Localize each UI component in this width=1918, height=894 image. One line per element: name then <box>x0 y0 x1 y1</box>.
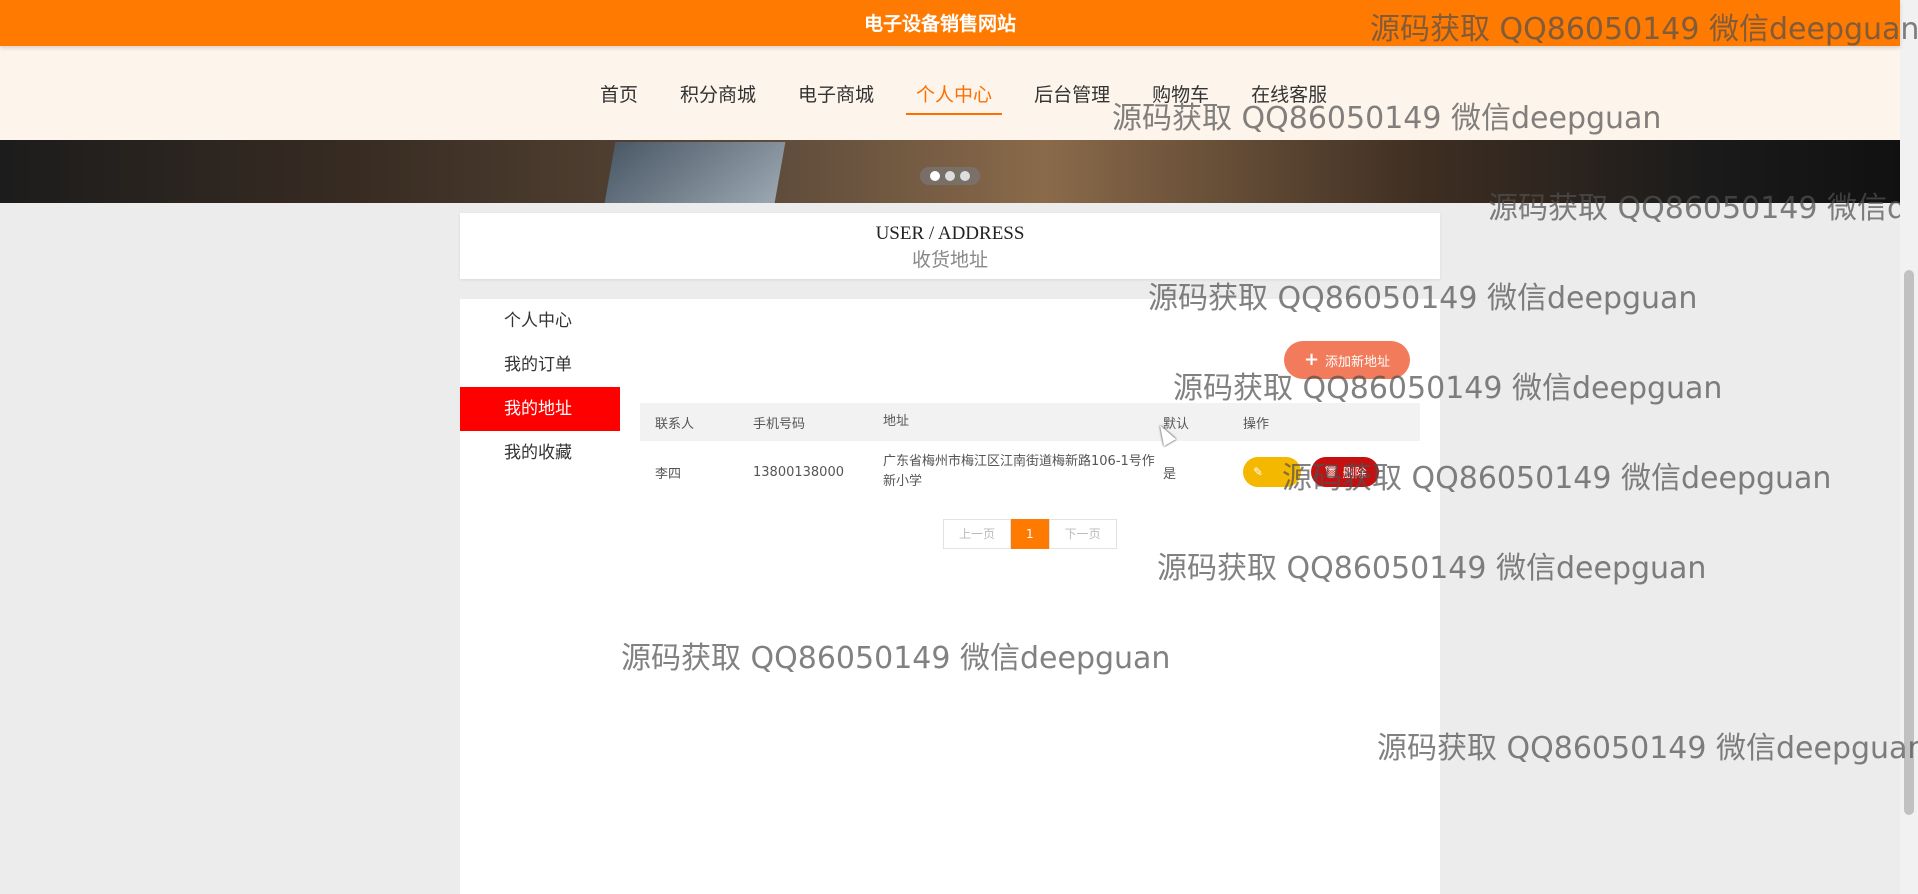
sidebar-item-personal-center[interactable]: 个人中心 <box>460 299 620 343</box>
col-header-actions: 操作 <box>1243 416 1270 432</box>
prev-page-button[interactable]: 上一页 <box>943 519 1012 549</box>
nav-item-personal-center[interactable]: 个人中心 <box>906 80 1003 115</box>
cell-actions: ✎ 🗑 删除 <box>1240 457 1420 487</box>
edit-button[interactable]: ✎ <box>1243 457 1301 487</box>
sidebar-menu: 个人中心 我的订单 我的地址 我的收藏 <box>460 299 620 475</box>
page-title-cn: 收货地址 <box>911 250 988 271</box>
page-scrollbar[interactable] <box>1900 0 1918 894</box>
nav-item-points-mall[interactable]: 积分商城 <box>670 80 766 115</box>
scrollbar-thumb[interactable] <box>1904 270 1914 815</box>
banner-carousel <box>0 140 1900 203</box>
nav-items: 首页 积分商城 电子商城 个人中心 后台管理 购物车 在线客服 <box>590 80 1359 115</box>
cell-phone: 13800138000 <box>753 464 844 480</box>
nav-item-electronics-mall[interactable]: 电子商城 <box>788 80 884 115</box>
plus-icon: + <box>1303 349 1320 370</box>
carousel-dot-3[interactable] <box>960 171 970 181</box>
sidebar-item-my-favorites[interactable]: 我的收藏 <box>460 431 620 475</box>
col-header-default: 默认 <box>1163 416 1190 432</box>
page-heading-card: USER / ADDRESS 收货地址 <box>460 213 1440 279</box>
col-header-phone: 手机号码 <box>753 416 806 432</box>
table-header: 联系人 手机号码 地址 默认 操作 <box>640 403 1420 441</box>
col-header-address: 地址 <box>883 414 910 429</box>
carousel-indicators <box>920 167 980 185</box>
nav-item-cart[interactable]: 购物车 <box>1142 80 1219 115</box>
address-table: 联系人 手机号码 地址 默认 操作 李四 13800138000 广东省梅州市梅… <box>640 403 1420 503</box>
sidebar-item-my-address[interactable]: 我的地址 <box>460 387 620 431</box>
banner-image-phone <box>604 142 786 203</box>
pagination: 上一页 1 下一页 <box>943 519 1117 549</box>
carousel-dot-2[interactable] <box>945 171 955 181</box>
cell-default: 是 <box>1163 466 1177 482</box>
pencil-icon: ✎ <box>1253 465 1264 479</box>
site-title: 电子设备销售网站 <box>863 13 1016 35</box>
delete-button[interactable]: 🗑 删除 <box>1311 457 1379 487</box>
watermark: 源码获取 QQ86050149 微信deepguan <box>1377 731 1918 766</box>
nav-item-home[interactable]: 首页 <box>590 80 648 115</box>
page-title-en: USER / ADDRESS <box>875 223 1025 244</box>
cell-address: 广东省梅州市梅江区江南街道梅新路106-1号作新小学 <box>883 454 1155 489</box>
cell-contact: 李四 <box>655 466 682 482</box>
next-page-button[interactable]: 下一页 <box>1048 519 1117 549</box>
main-nav: 首页 积分商城 电子商城 个人中心 后台管理 购物车 在线客服 <box>0 46 1900 140</box>
add-address-button[interactable]: + 添加新地址 <box>1284 341 1410 379</box>
sidebar-item-my-orders[interactable]: 我的订单 <box>460 343 620 387</box>
add-address-label: 添加新地址 <box>1325 354 1391 370</box>
delete-label: 删除 <box>1342 465 1367 480</box>
nav-item-online-service[interactable]: 在线客服 <box>1241 80 1337 115</box>
content-panel: 个人中心 我的订单 我的地址 我的收藏 + 添加新地址 联系人 手机号码 地址 … <box>460 299 1440 894</box>
top-header-bar: 电子设备销售网站 <box>0 0 1900 46</box>
trash-icon: 🗑 <box>1323 465 1339 479</box>
nav-item-admin[interactable]: 后台管理 <box>1024 80 1120 115</box>
current-page-button[interactable]: 1 <box>1011 519 1049 549</box>
table-row: 李四 13800138000 广东省梅州市梅江区江南街道梅新路106-1号作新小… <box>640 441 1420 503</box>
carousel-dot-1[interactable] <box>930 171 940 181</box>
col-header-contact: 联系人 <box>655 416 695 432</box>
